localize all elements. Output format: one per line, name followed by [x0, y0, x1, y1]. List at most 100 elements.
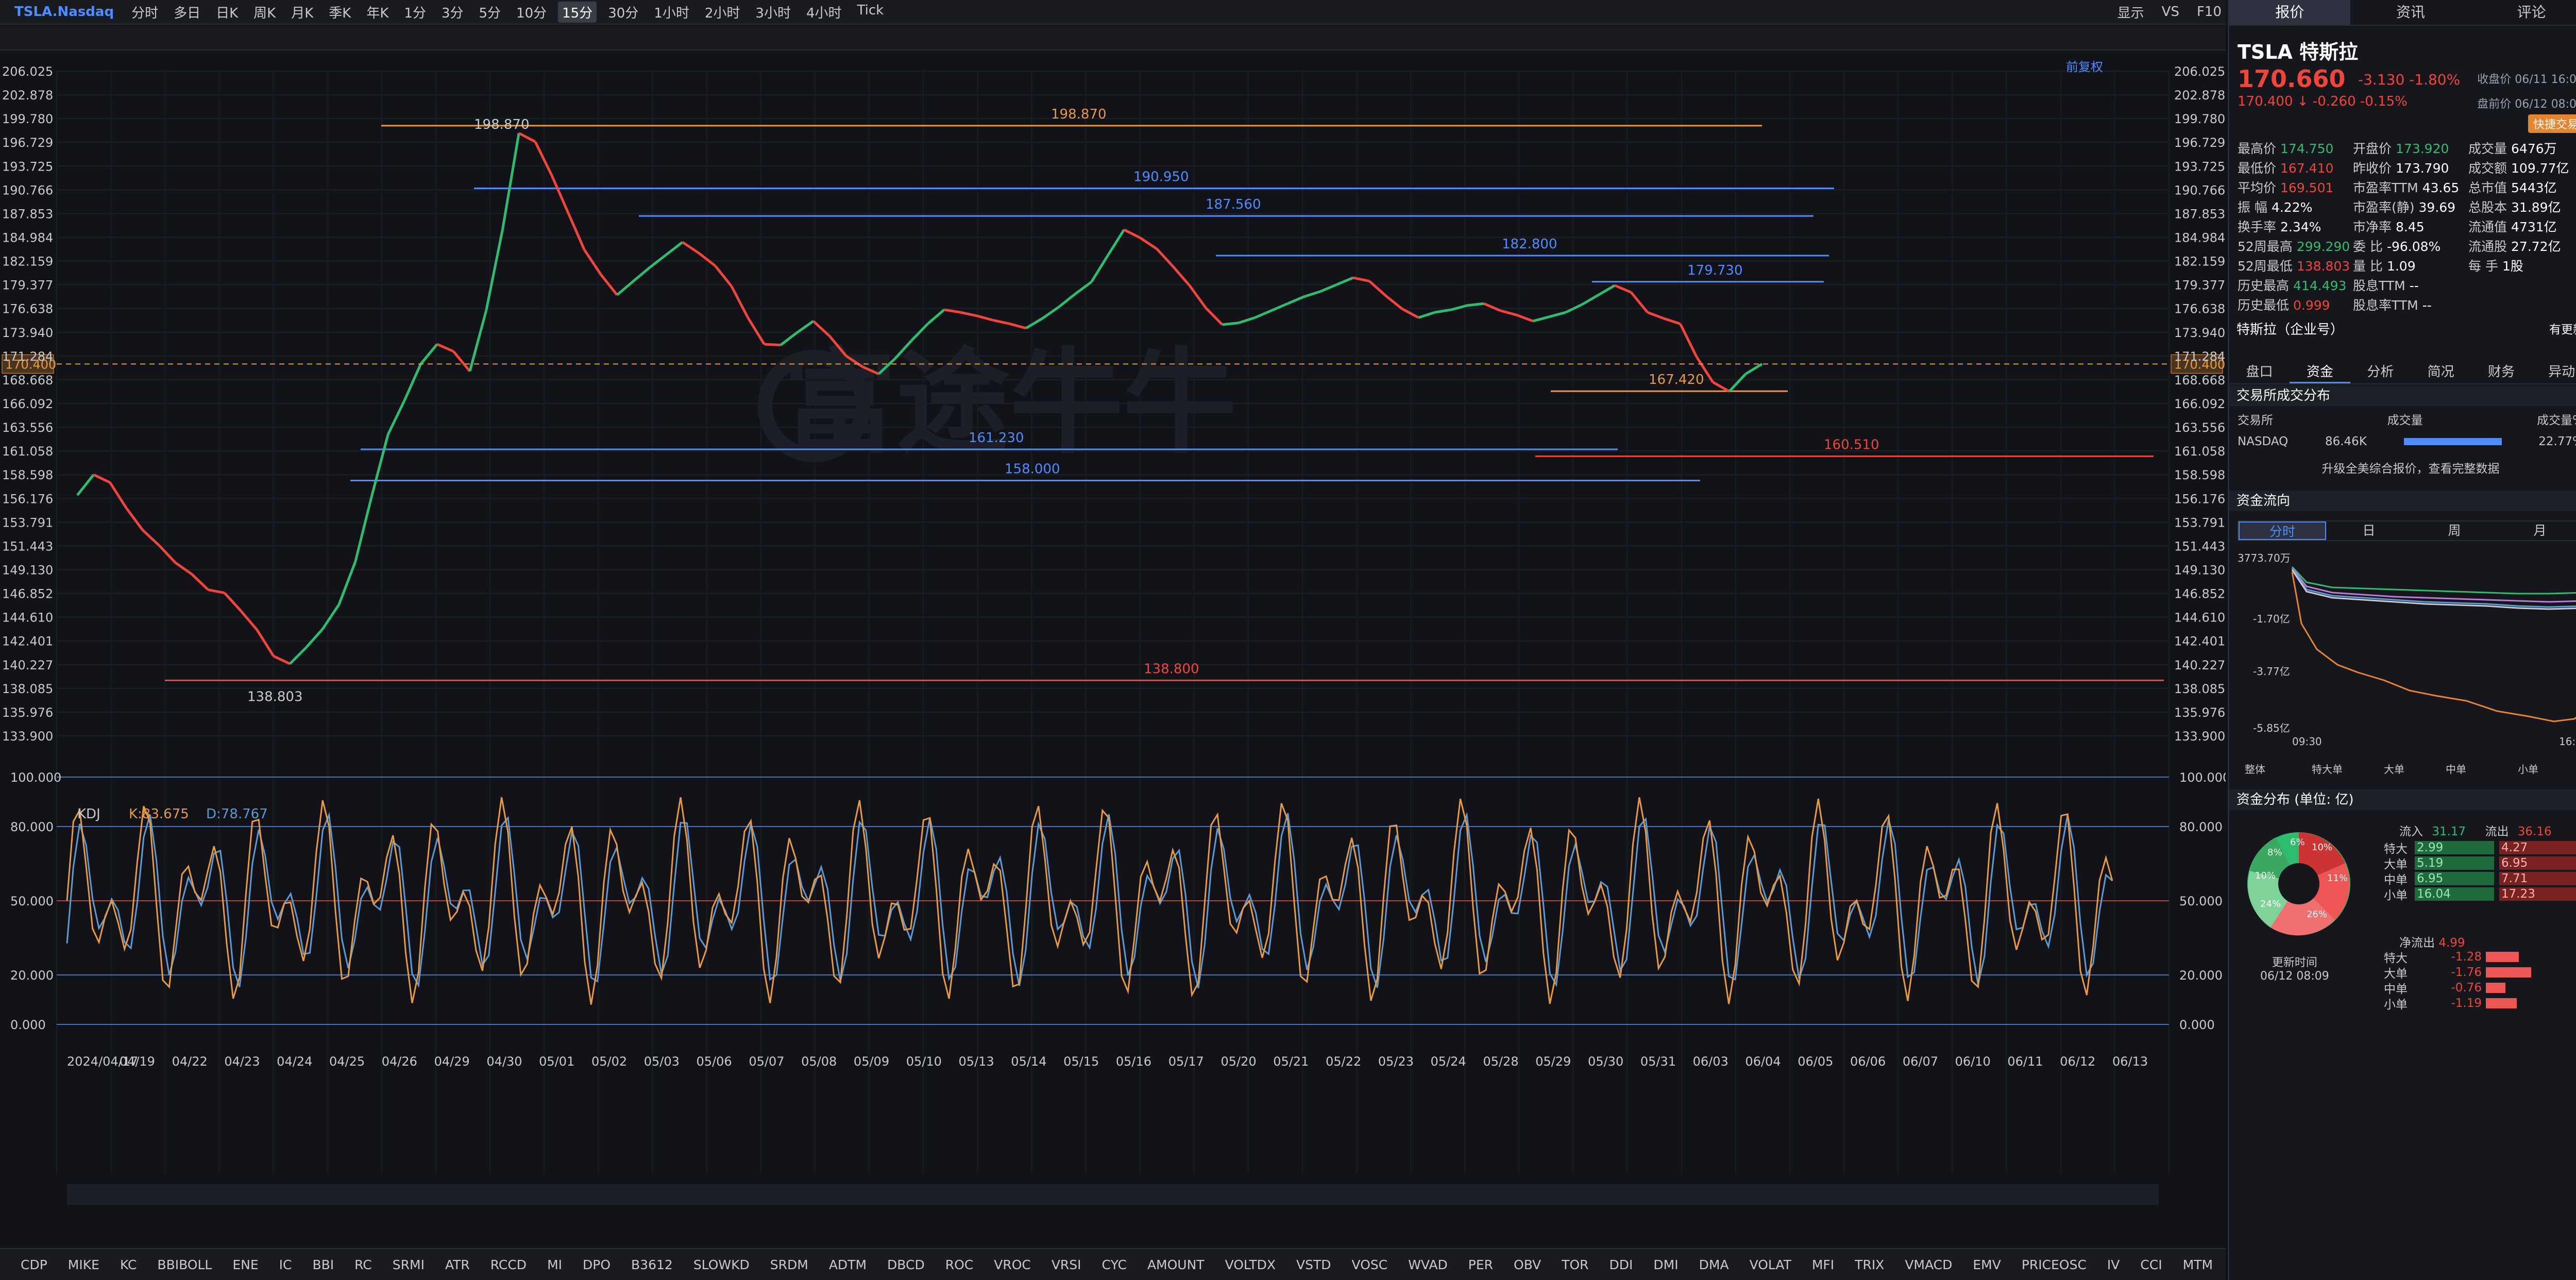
company-row[interactable]: 特斯拉（企业号） 有更新 — [2229, 319, 2576, 340]
indicator-item[interactable]: WVAD — [1408, 1257, 1448, 1272]
period-tab[interactable]: Tick — [853, 2, 888, 23]
indicator-item[interactable]: BBIBOLL — [157, 1257, 212, 1272]
indicator-item[interactable]: EMV — [1973, 1257, 2001, 1272]
subtab-analysis[interactable]: 分析 — [2350, 361, 2411, 383]
indicator-item[interactable]: DBCD — [887, 1257, 925, 1272]
period-tab[interactable]: 3分 — [437, 2, 468, 23]
indicator-item[interactable]: ENE — [232, 1257, 258, 1272]
subtab-profile[interactable]: 简况 — [2411, 361, 2471, 383]
indicator-item[interactable]: ADTM — [829, 1257, 867, 1272]
tab-quote[interactable]: 报价 — [2229, 0, 2350, 25]
symbol-label[interactable]: TSLA.Nasdaq — [10, 3, 118, 21]
indicator-item[interactable]: SRDM — [770, 1257, 808, 1272]
stat-value: 2.34% — [2280, 220, 2321, 234]
period-tab[interactable]: 4小时 — [802, 2, 846, 23]
subtab-orderbook[interactable]: 盘口 — [2229, 361, 2290, 383]
update-link[interactable]: 有更新 — [2549, 319, 2576, 340]
indicator-item[interactable]: PER — [1468, 1257, 1493, 1272]
indicator-item[interactable]: VSTD — [1296, 1257, 1331, 1272]
indicator-item[interactable]: IC — [279, 1257, 292, 1272]
indicator-item[interactable]: TRIX — [1855, 1257, 1884, 1272]
tab-news[interactable]: 资讯 — [2350, 0, 2471, 25]
period-tab[interactable]: 年K — [362, 2, 393, 23]
top-toolbar: TSLA.Nasdaq 分时 多日 日K 周K 月K 季K 年K 1分 3分 5分 10分 15分 30… — [0, 0, 2226, 25]
indicator-item[interactable]: SLOWKD — [693, 1257, 750, 1272]
indicator-item[interactable]: ATR — [445, 1257, 470, 1272]
f10-button[interactable]: F10 — [2193, 3, 2226, 21]
indicator-item[interactable]: SRMI — [393, 1257, 425, 1272]
period-tab[interactable]: 1小时 — [650, 2, 693, 23]
indicator-item[interactable]: MFI — [1812, 1257, 1834, 1272]
period-tab[interactable]: 3小时 — [751, 2, 795, 23]
period-tab[interactable]: 日K — [212, 2, 242, 23]
level-label: 161.230 — [969, 430, 1024, 446]
flow-tab-day[interactable]: 日 — [2326, 521, 2412, 540]
level-label: 179.730 — [1687, 263, 1743, 278]
tab-comments[interactable]: 评论 — [2471, 0, 2576, 25]
stat-cell: 平均价 169.501 — [2238, 178, 2353, 196]
indicator-item[interactable]: KC — [120, 1257, 137, 1272]
y-tick-label: 179.377 — [2174, 278, 2225, 293]
indicator-item[interactable]: RC — [354, 1257, 372, 1272]
indicator-item[interactable]: DMA — [1699, 1257, 1729, 1272]
indicator-item[interactable]: DDI — [1609, 1257, 1633, 1272]
stat-key: 昨收价 — [2353, 161, 2392, 176]
x-tick-label: 05/21 — [1273, 1054, 1309, 1069]
extreme-price-label: 138.803 — [247, 689, 303, 704]
indicator-item[interactable]: TOR — [1562, 1257, 1588, 1272]
indicator-item[interactable]: VRSI — [1052, 1257, 1081, 1272]
period-tab[interactable]: 15分 — [558, 1, 597, 23]
chart-area[interactable]: 富途牛牛 198.870 190.950 187.560 182.800 179.730… — [0, 50, 2230, 1215]
y-tick-label: 149.130 — [2174, 563, 2225, 578]
indicator-item[interactable]: DMI — [1653, 1257, 1678, 1272]
indicator-item[interactable]: DPO — [583, 1257, 611, 1272]
indicator-item[interactable]: PRICEOSC — [2022, 1257, 2087, 1272]
subtab-finance[interactable]: 财务 — [2471, 361, 2531, 383]
indicator-item[interactable]: CDP — [21, 1257, 47, 1272]
period-tab[interactable]: 多日 — [170, 2, 205, 23]
indicator-item[interactable]: CCI — [2140, 1257, 2162, 1272]
indicator-item[interactable]: BBI — [312, 1257, 334, 1272]
indicator-item[interactable]: VOLAT — [1750, 1257, 1791, 1272]
indicator-item[interactable]: B3612 — [631, 1257, 673, 1272]
indicator-item[interactable]: ROC — [945, 1257, 974, 1272]
indicator-item[interactable]: VMACD — [1905, 1257, 1952, 1272]
period-tab[interactable]: 1分 — [400, 2, 430, 23]
indicator-item[interactable]: MIKE — [68, 1257, 99, 1272]
quick-trade-button[interactable]: 快捷交易 — [2528, 114, 2576, 133]
vs-button[interactable]: VS — [2158, 3, 2183, 21]
indicator-item[interactable]: RCCD — [490, 1257, 527, 1272]
dist-in: 5.19 — [2415, 856, 2494, 870]
subtab-movement[interactable]: 异动 — [2532, 361, 2576, 383]
flow-tab-week[interactable]: 周 — [2412, 521, 2497, 540]
adjust-label: 前复权 — [2066, 60, 2103, 74]
period-tab[interactable]: 2小时 — [701, 2, 744, 23]
quote-panel: 报价 资讯 评论 TSLA 特斯拉 170.660 -3.130 -1.80% … — [2228, 0, 2576, 1280]
indicator-item[interactable]: CYC — [1102, 1257, 1127, 1272]
indicator-item[interactable]: MTM — [2183, 1257, 2213, 1272]
indicator-item[interactable]: IV — [2107, 1257, 2120, 1272]
period-tab[interactable]: 周K — [249, 2, 280, 23]
indicator-item[interactable]: MI — [547, 1257, 562, 1272]
stat-key: 量 比 — [2353, 259, 2383, 274]
flow-tab-month[interactable]: 月 — [2497, 521, 2576, 540]
period-tab[interactable]: 5分 — [475, 2, 505, 23]
period-tab[interactable]: 月K — [287, 2, 317, 23]
period-tab[interactable]: 分时 — [127, 2, 162, 23]
stat-cell: 52周最低 138.803 — [2238, 256, 2353, 275]
period-tab[interactable]: 季K — [325, 2, 355, 23]
exch-upgrade[interactable]: 升级全美综合报价，查看完整数据 — [2238, 459, 2576, 476]
indicator-item[interactable]: VROC — [994, 1257, 1031, 1272]
time-scrollbar[interactable] — [67, 1184, 2159, 1205]
indicator-item[interactable]: AMOUNT — [1147, 1257, 1205, 1272]
price-change: -3.130 -1.80% — [2358, 71, 2461, 88]
subtab-capital[interactable]: 资金 — [2290, 361, 2350, 383]
flow-tab-minute[interactable]: 分时 — [2239, 521, 2326, 540]
indicator-item[interactable]: VOLTDX — [1225, 1257, 1276, 1272]
period-tab[interactable]: 10分 — [512, 2, 551, 23]
display-menu[interactable]: 显示 — [2113, 2, 2148, 23]
indicator-bar: CDP MIKE KC BBIBOLL ENE IC BBI RC SRMI ATR RCCD MI D… — [0, 1248, 2331, 1280]
period-tab[interactable]: 30分 — [604, 2, 642, 23]
indicator-item[interactable]: OBV — [1514, 1257, 1541, 1272]
indicator-item[interactable]: VOSC — [1352, 1257, 1388, 1272]
